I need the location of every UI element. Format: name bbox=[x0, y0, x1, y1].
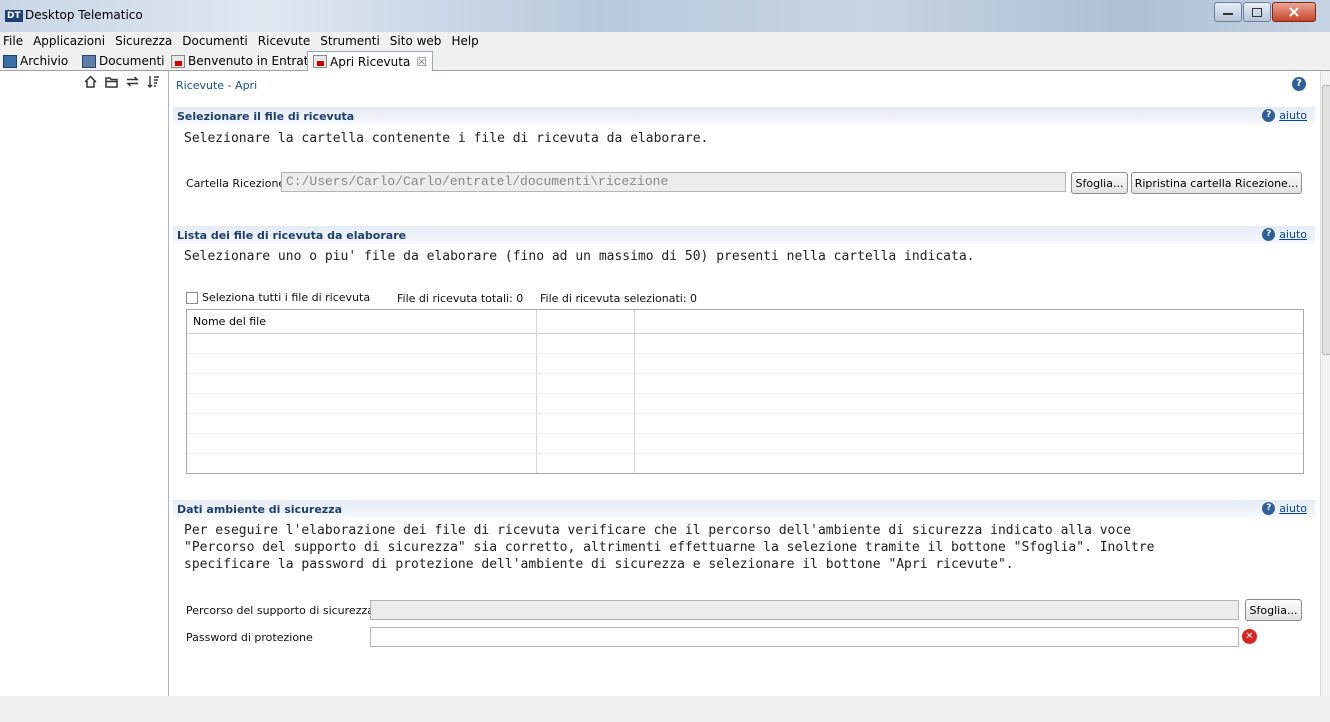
minimize-icon bbox=[1223, 13, 1233, 15]
close-icon bbox=[1289, 7, 1299, 17]
close-button[interactable] bbox=[1272, 2, 1316, 22]
entratel-icon bbox=[171, 54, 185, 68]
tab-benvenuto-label: Benvenuto in Entratel bbox=[188, 54, 320, 68]
table-row-divider bbox=[187, 353, 1303, 354]
breadcrumb: Ricevute - Apri bbox=[176, 79, 258, 92]
help-icon: ? bbox=[1262, 228, 1276, 241]
help-icon[interactable]: ? bbox=[1292, 77, 1306, 91]
maximize-icon bbox=[1252, 7, 1262, 17]
tab-documenti-label: Documenti bbox=[99, 54, 165, 68]
section-description-line: "Percorso del supporto di sicurezza" sia… bbox=[184, 540, 1155, 555]
file-table[interactable]: Nome del file bbox=[186, 309, 1304, 474]
menu-sicurezza[interactable]: Sicurezza bbox=[110, 33, 177, 49]
aiuto-label: aiuto bbox=[1279, 502, 1307, 515]
aiuto-link[interactable]: ? aiuto bbox=[1262, 228, 1307, 241]
folder-label: Cartella Ricezione bbox=[186, 177, 286, 190]
help-icon: ? bbox=[1262, 502, 1276, 515]
sidebar-toolbar bbox=[84, 75, 160, 88]
folder-path-field[interactable]: C:/Users/Carlo/Carlo/entratel/documenti\… bbox=[281, 172, 1066, 192]
table-row-divider bbox=[187, 393, 1303, 394]
total-count: File di ricevuta totali: 0 bbox=[397, 292, 524, 305]
browse-security-button[interactable]: Sfoglia... bbox=[1245, 599, 1302, 621]
section-header-sicurezza: Dati ambiente di sicurezza ? aiuto bbox=[173, 500, 1315, 518]
table-row-divider bbox=[187, 433, 1303, 434]
title-bar: DT Desktop Telematico bbox=[0, 0, 1330, 32]
aiuto-label: aiuto bbox=[1279, 109, 1307, 122]
menu-sito-web[interactable]: Sito web bbox=[385, 33, 447, 49]
maximize-button[interactable] bbox=[1243, 2, 1271, 22]
tab-archivio[interactable]: Archivio bbox=[3, 52, 68, 70]
password-label: Password di protezione bbox=[186, 631, 313, 644]
menu-strumenti[interactable]: Strumenti bbox=[315, 33, 385, 49]
computer-icon bbox=[3, 54, 17, 68]
document-icon bbox=[82, 54, 96, 68]
aiuto-link[interactable]: ? aiuto bbox=[1262, 109, 1307, 122]
sort-icon[interactable] bbox=[147, 75, 160, 88]
aiuto-link[interactable]: ? aiuto bbox=[1262, 502, 1307, 515]
column-divider bbox=[634, 310, 635, 473]
menu-documenti[interactable]: Documenti bbox=[177, 33, 253, 49]
tab-benvenuto[interactable]: Benvenuto in Entratel bbox=[171, 52, 319, 70]
folder-icon[interactable] bbox=[105, 75, 118, 88]
section-title: Lista dei file di ricevuta da elaborare bbox=[177, 228, 407, 242]
tab-archivio-label: Archivio bbox=[20, 54, 69, 68]
error-icon: ✕ bbox=[1242, 629, 1257, 644]
sync-icon[interactable] bbox=[126, 75, 139, 88]
section-title: Dati ambiente di sicurezza bbox=[177, 502, 343, 516]
table-row-divider bbox=[187, 413, 1303, 414]
password-field[interactable] bbox=[370, 627, 1239, 647]
menu-applicazioni[interactable]: Applicazioni bbox=[28, 33, 110, 49]
column-header-nome[interactable]: Nome del file bbox=[193, 310, 266, 333]
section-title: Selezionare il file di ricevuta bbox=[177, 109, 355, 123]
table-row-divider bbox=[187, 373, 1303, 374]
section-header-lista-file: Lista dei file di ricevuta da elaborare … bbox=[173, 226, 1315, 244]
menu-ricevute[interactable]: Ricevute bbox=[253, 33, 315, 49]
reset-folder-button[interactable]: Ripristina cartella Ricezione... bbox=[1131, 172, 1302, 194]
home-icon[interactable] bbox=[84, 75, 97, 88]
status-bar bbox=[0, 696, 1330, 722]
section-description-line: specificare la password di protezione de… bbox=[184, 557, 1014, 572]
tab-strip: Archivio Documenti Benvenuto in Entratel… bbox=[0, 50, 1330, 71]
selected-count: File di ricevuta selezionati: 0 bbox=[540, 292, 698, 305]
security-path-label: Percorso del supporto di sicurezza bbox=[186, 604, 374, 617]
minimize-button[interactable] bbox=[1214, 2, 1242, 22]
table-row-divider bbox=[187, 453, 1303, 454]
tab-apri-ricevuta-label: Apri Ricevuta bbox=[330, 54, 411, 69]
select-all-checkbox[interactable] bbox=[186, 292, 198, 304]
scrollbar-thumb[interactable] bbox=[1322, 85, 1330, 355]
app-logo: DT bbox=[5, 10, 23, 22]
section-description-line: Per eseguire l'elaborazione dei file di … bbox=[184, 523, 1132, 538]
window-title: Desktop Telematico bbox=[25, 8, 143, 22]
sidebar bbox=[0, 71, 169, 696]
menu-file[interactable]: File bbox=[0, 33, 28, 49]
column-divider bbox=[536, 310, 537, 473]
entratel-icon bbox=[313, 55, 327, 68]
browse-folder-button[interactable]: Sfoglia... bbox=[1071, 172, 1128, 194]
section-description: Selezionare la cartella contenente i fil… bbox=[184, 131, 709, 146]
table-header bbox=[187, 310, 1303, 334]
security-path-field[interactable] bbox=[370, 600, 1239, 620]
section-description: Selezionare uno o piu' file da elaborare… bbox=[184, 249, 975, 264]
menu-bar: File Applicazioni Sicurezza Documenti Ri… bbox=[0, 32, 1330, 49]
vertical-scrollbar[interactable] bbox=[1320, 71, 1330, 696]
select-all-label: Seleziona tutti i file di ricevuta bbox=[202, 291, 371, 304]
menu-help[interactable]: Help bbox=[446, 33, 483, 49]
help-icon: ? bbox=[1262, 109, 1276, 122]
aiuto-label: aiuto bbox=[1279, 228, 1307, 241]
tab-close-icon[interactable]: ☒ bbox=[416, 55, 427, 69]
window-controls bbox=[1213, 2, 1316, 22]
tab-apri-ricevuta[interactable]: Apri Ricevuta ☒ bbox=[307, 51, 434, 71]
tab-documenti[interactable]: Documenti bbox=[82, 52, 165, 70]
section-header-file-ricevuta: Selezionare il file di ricevuta ? aiuto bbox=[173, 107, 1315, 125]
